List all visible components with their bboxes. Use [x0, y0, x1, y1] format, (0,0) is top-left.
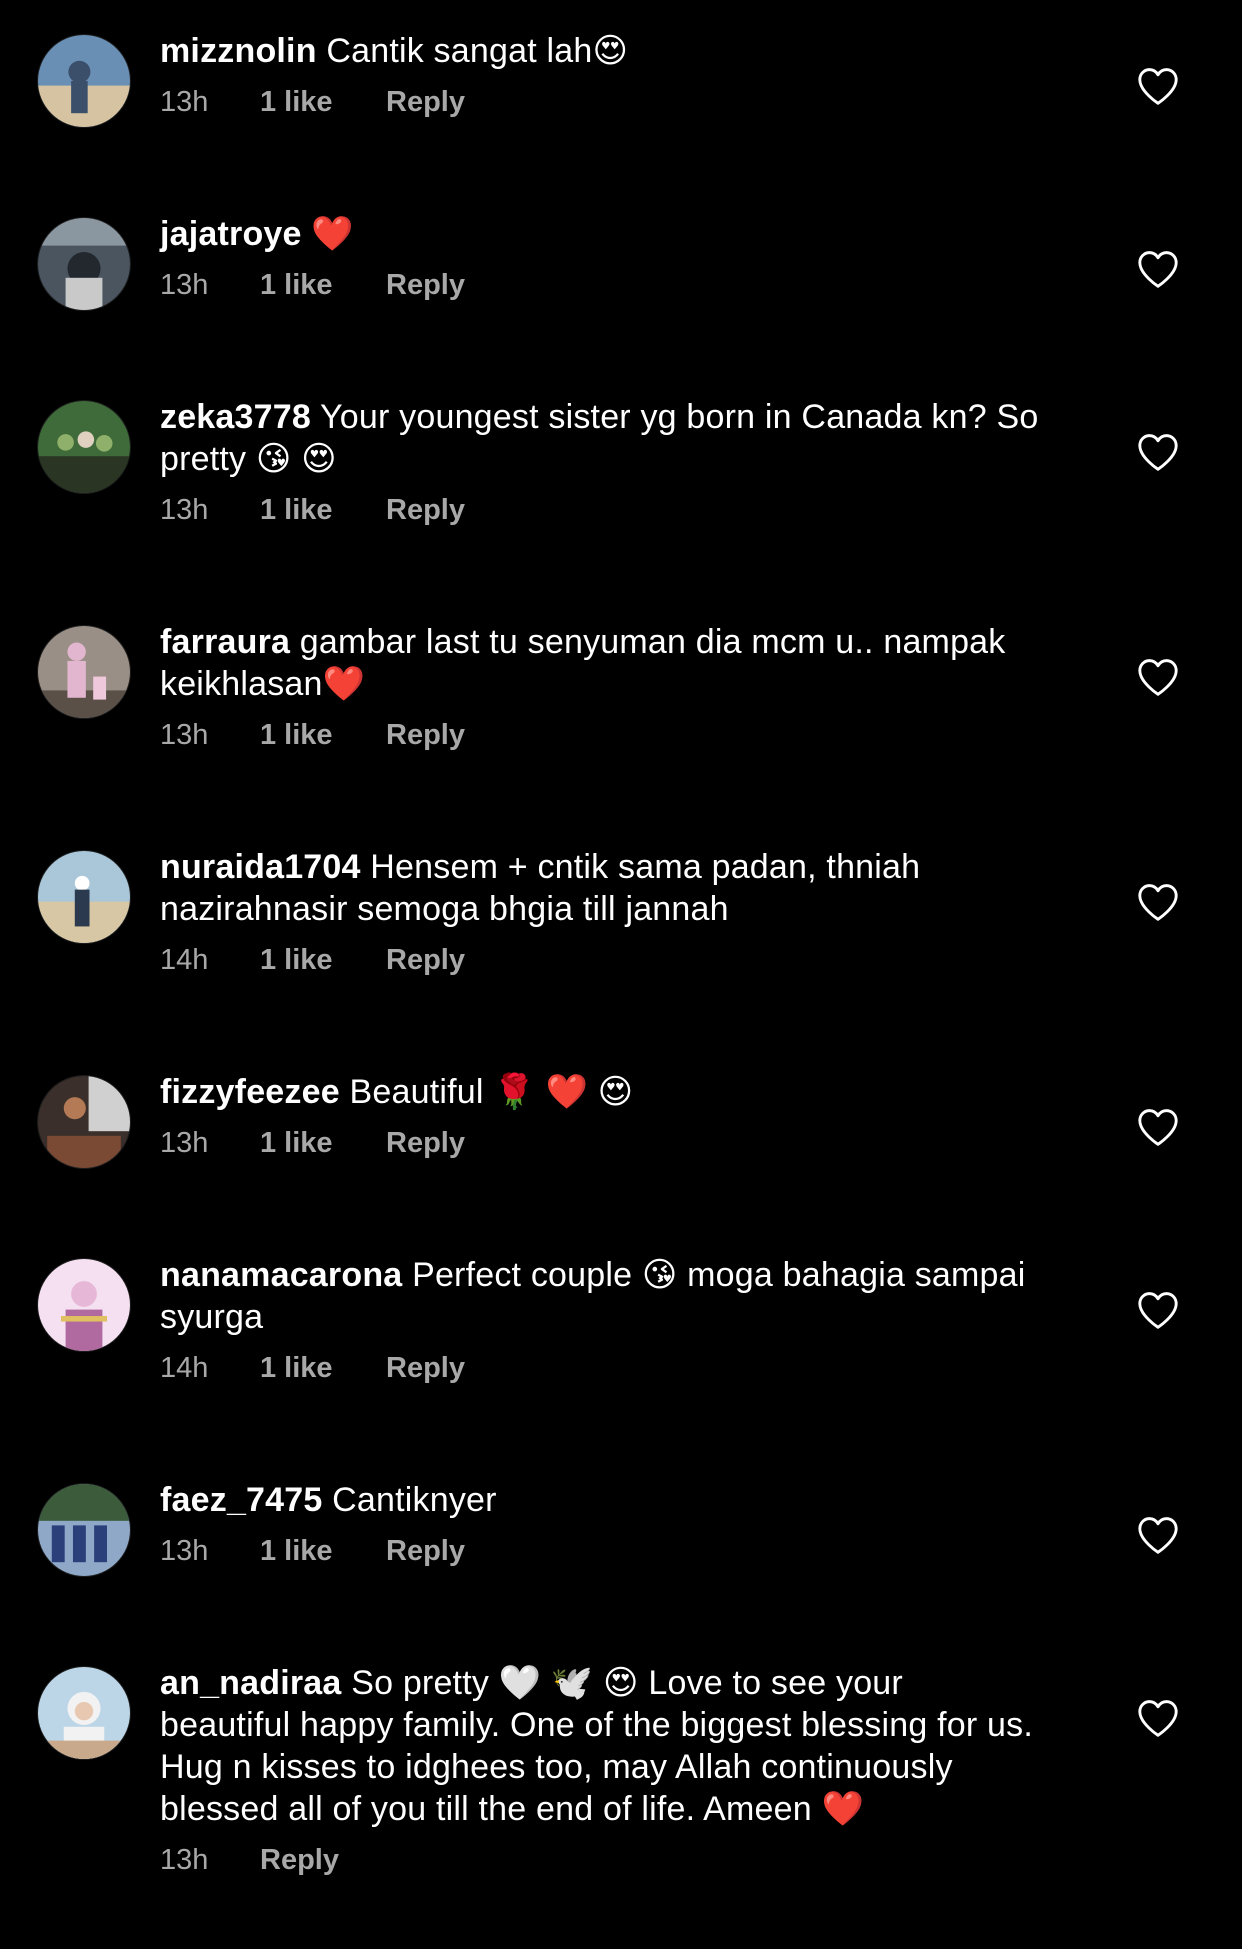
comment-meta: 13h Reply	[160, 1840, 1040, 1880]
comment-meta: 13h 1 like Reply	[160, 1531, 1040, 1571]
avatar-image	[38, 626, 130, 718]
username[interactable]: nanamacarona	[160, 1256, 402, 1294]
username[interactable]: farraura	[160, 623, 290, 661]
comment-meta: 13h 1 like Reply	[160, 1123, 1040, 1163]
heart-outline-icon[interactable]	[1136, 432, 1180, 472]
likes-count[interactable]: 1 like	[260, 1535, 386, 1568]
timestamp: 13h	[160, 1534, 209, 1567]
avatar-image	[38, 1484, 130, 1576]
heart-outline-icon[interactable]	[1136, 1515, 1180, 1555]
avatar-image	[38, 851, 130, 943]
comment-text: an_nadiraa So pretty 🤍 🕊️ 😍 Love to see …	[160, 1662, 1040, 1830]
comment-text: faez_7475 Cantiknyer	[160, 1479, 1040, 1521]
avatar-image	[38, 35, 130, 127]
reply-button[interactable]: Reply	[386, 494, 465, 527]
reply-button[interactable]: Reply	[386, 1352, 465, 1385]
comment-body: Cantik sangat lah😍	[326, 32, 629, 70]
reply-button[interactable]: Reply	[386, 1535, 465, 1568]
avatar[interactable]	[37, 1666, 131, 1760]
comment-meta: 14h 1 like Reply	[160, 940, 1040, 980]
avatar-image	[38, 1667, 130, 1759]
likes-count[interactable]: 1 like	[260, 1127, 386, 1160]
timestamp: 13h	[160, 493, 209, 526]
comment-meta: 13h 1 like Reply	[160, 82, 1040, 122]
avatar[interactable]	[37, 217, 131, 311]
avatar-image	[38, 1076, 130, 1168]
avatar-image	[38, 1259, 130, 1351]
username[interactable]: nuraida1704	[160, 848, 361, 886]
timestamp: 13h	[160, 268, 209, 301]
comment-meta: 14h 1 like Reply	[160, 1348, 1040, 1388]
comment-text: nanamacarona Perfect couple 😘 moga bahag…	[160, 1254, 1040, 1338]
timestamp: 14h	[160, 943, 209, 976]
likes-count[interactable]: 1 like	[260, 944, 386, 977]
timestamp: 14h	[160, 1351, 209, 1384]
avatar-image	[38, 401, 130, 493]
comment-text: nuraida1704 Hensem + cntik sama padan, t…	[160, 846, 1040, 930]
avatar[interactable]	[37, 850, 131, 944]
comment-text: zeka3778 Your youngest sister yg born in…	[160, 396, 1040, 480]
reply-button[interactable]: Reply	[386, 1127, 465, 1160]
comment-meta: 13h 1 like Reply	[160, 490, 1040, 530]
heart-outline-icon[interactable]	[1136, 657, 1180, 697]
timestamp: 13h	[160, 718, 209, 751]
heart-outline-icon[interactable]	[1136, 882, 1180, 922]
username[interactable]: mizznolin	[160, 32, 317, 70]
comment-meta: 13h 1 like Reply	[160, 265, 1040, 305]
avatar[interactable]	[37, 1483, 131, 1577]
username[interactable]: jajatroye	[160, 215, 302, 253]
username[interactable]: zeka3778	[160, 398, 311, 436]
reply-button[interactable]: Reply	[260, 1844, 339, 1877]
avatar[interactable]	[37, 34, 131, 128]
likes-count[interactable]: 1 like	[260, 1352, 386, 1385]
comment-body: Beautiful 🌹 ❤️ 😍	[349, 1073, 634, 1111]
likes-count[interactable]: 1 like	[260, 269, 386, 302]
timestamp: 13h	[160, 85, 209, 118]
heart-outline-icon[interactable]	[1136, 1107, 1180, 1147]
reply-button[interactable]: Reply	[386, 86, 465, 119]
comment-text: farraura gambar last tu senyuman dia mcm…	[160, 621, 1040, 705]
username[interactable]: an_nadiraa	[160, 1664, 342, 1702]
likes-count[interactable]: 1 like	[260, 86, 386, 119]
timestamp: 13h	[160, 1843, 209, 1876]
likes-count[interactable]: 1 like	[260, 719, 386, 752]
comment-text: mizznolin Cantik sangat lah😍	[160, 30, 1040, 72]
avatar[interactable]	[37, 1258, 131, 1352]
username[interactable]: fizzyfeezee	[160, 1073, 340, 1111]
heart-outline-icon[interactable]	[1136, 249, 1180, 289]
reply-button[interactable]: Reply	[386, 719, 465, 752]
avatar-image	[38, 218, 130, 310]
heart-outline-icon[interactable]	[1136, 66, 1180, 106]
avatar[interactable]	[37, 1075, 131, 1169]
comment-body: ❤️	[311, 215, 354, 253]
likes-count[interactable]: 1 like	[260, 494, 386, 527]
heart-outline-icon[interactable]	[1136, 1290, 1180, 1330]
comment-meta: 13h 1 like Reply	[160, 715, 1040, 755]
reply-button[interactable]: Reply	[386, 944, 465, 977]
heart-outline-icon[interactable]	[1136, 1698, 1180, 1738]
comment-text: jajatroye ❤️	[160, 213, 1040, 255]
comment-text: fizzyfeezee Beautiful 🌹 ❤️ 😍	[160, 1071, 1040, 1113]
reply-button[interactable]: Reply	[386, 269, 465, 302]
timestamp: 13h	[160, 1126, 209, 1159]
comment-body: Cantiknyer	[332, 1481, 497, 1519]
username[interactable]: faez_7475	[160, 1481, 323, 1519]
avatar[interactable]	[37, 400, 131, 494]
avatar[interactable]	[37, 625, 131, 719]
